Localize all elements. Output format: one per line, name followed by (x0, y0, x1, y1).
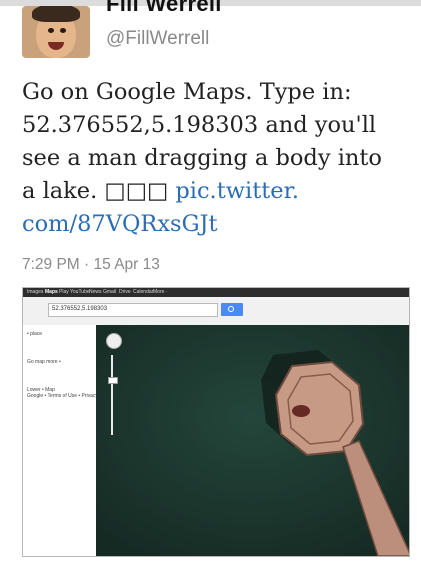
search-icon (221, 303, 243, 316)
pic-link-part2[interactable]: com/87VQRxsGJt (22, 208, 407, 241)
tweet-text: Go on Google Maps. Type in: 52.376552,5.… (22, 76, 407, 241)
attached-image[interactable]: Images Maps Play YouTube News Gmail Driv… (22, 287, 410, 557)
maps-sidebar: • place Go map more • Lower • Map Google… (23, 325, 98, 556)
maps-search-input: 52.376552,5.198303 (48, 303, 218, 317)
tweet-line-1: Go on Google Maps. Type in: (22, 79, 352, 105)
satellite-map (96, 325, 409, 556)
lake-water (96, 325, 409, 556)
maps-search-value: 52.376552,5.198303 (52, 306, 108, 312)
sidebar-item-map: Go map more • (27, 359, 61, 365)
sidebar-item-terms: Google • Terms of Use • Privacy (27, 393, 98, 399)
dark-figure (292, 405, 310, 417)
avatar-hair (32, 6, 80, 22)
zoom-control-icon (106, 333, 122, 349)
tweet-line-4: a lake. □□□ pic.twitter. (22, 175, 407, 208)
pegman-icon (108, 377, 118, 384)
nav-item-maps: Maps (45, 289, 58, 295)
nav-item-images: Images (27, 289, 44, 295)
nav-item-news: News (89, 289, 102, 295)
nav-item-play: Play (59, 289, 69, 295)
user-handle[interactable]: @FillWerrell (106, 28, 209, 50)
nav-item-more: More · (153, 289, 168, 295)
tweet-timestamp[interactable]: 7:29 PM · 15 Apr 13 (22, 256, 160, 274)
pic-link-part1[interactable]: pic.twitter. (175, 178, 299, 204)
maps-search-row: 52.376552,5.198303 (23, 297, 409, 326)
zoom-track (111, 355, 113, 435)
tweet-line-3: see a man dragging a body into (22, 145, 382, 171)
sidebar-item-place: • place (27, 331, 43, 337)
avatar-eye-left (48, 28, 54, 33)
avatar-eye-right (60, 28, 66, 33)
satellite-view (96, 325, 409, 556)
tweet-line-4-text: a lake. □□□ (22, 178, 176, 204)
nav-item-drive: Drive (119, 289, 131, 295)
display-name[interactable]: Fill Werrell (106, 0, 222, 17)
tweet-line-2: 52.376552,5.198303 and you'll (22, 112, 377, 138)
google-nav-bar: Images Maps Play YouTube News Gmail Driv… (23, 288, 409, 297)
nav-item-gmail: Gmail (103, 289, 117, 295)
nav-item-calendar: Calendar (133, 289, 154, 295)
nav-item-youtube: YouTube (70, 289, 90, 295)
avatar[interactable] (22, 6, 90, 58)
